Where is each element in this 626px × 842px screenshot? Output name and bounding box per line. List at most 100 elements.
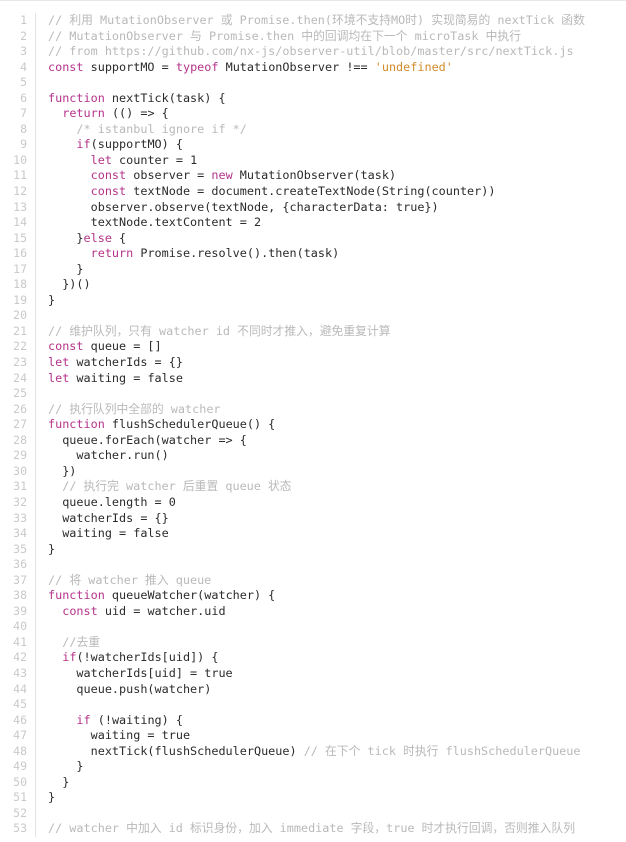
code-token-com-cjk: 字段， <box>350 821 387 836</box>
code-line[interactable]: ​ <box>48 75 626 91</box>
code-line[interactable]: // 将 watcher 推入 queue <box>48 573 626 589</box>
code-token-pln: watcherIds = {} <box>48 510 169 525</box>
code-line[interactable]: // 执行队列中全部的 watcher <box>48 402 626 418</box>
code-line[interactable]: const observer = new MutationObserver(ta… <box>48 168 626 184</box>
code-token-pln: textNode = document.createTextNode(Strin… <box>126 184 496 199</box>
code-line[interactable]: let counter = 1 <box>48 153 626 169</box>
code-token-com-cjk: 利用 <box>69 13 93 27</box>
line-number: 29 <box>13 448 27 463</box>
code-line[interactable]: } <box>48 542 626 558</box>
line-number: 44 <box>13 681 27 696</box>
line-number: 46 <box>13 712 27 727</box>
code-line[interactable]: waiting = false <box>48 526 626 542</box>
code-line[interactable]: queue.length = 0 <box>48 495 626 511</box>
code-line[interactable]: } <box>48 790 626 806</box>
code-line[interactable]: const queue = [] <box>48 339 626 355</box>
code-token-com-cjk: 环境不支持 <box>332 13 392 27</box>
code-line[interactable]: })() <box>48 277 626 293</box>
code-line[interactable]: watcher.run() <box>48 448 626 464</box>
code-line[interactable]: queue.push(watcher) <box>48 682 626 698</box>
code-line[interactable]: let waiting = false <box>48 371 626 387</box>
code-token-pln: queueWatcher(watcher) { <box>104 588 276 603</box>
code-token-com: queue <box>168 572 212 587</box>
code-line[interactable]: textNode.textContent = 2 <box>48 215 626 231</box>
code-token-pln: watcherIds[uid] = true <box>48 665 233 680</box>
code-line[interactable]: // watcher 中加入 id 标识身份，加入 immediate 字段，t… <box>48 821 626 837</box>
line-number: 23 <box>13 355 27 370</box>
line-number: 5 <box>20 75 27 90</box>
code-token-kw: return <box>62 106 105 121</box>
code-content[interactable]: // 利用 MutationObserver 或 Promise.then(环境… <box>36 13 626 837</box>
code-line[interactable]: function flushSchedulerQueue() { <box>48 417 626 433</box>
line-number: 19 <box>13 292 27 307</box>
code-line[interactable]: } <box>48 293 626 309</box>
code-token-com-cjk: 时执行 <box>403 743 439 758</box>
code-token-com: tick <box>360 743 404 758</box>
line-number: 35 <box>13 541 27 556</box>
code-line[interactable]: watcherIds = {} <box>48 511 626 527</box>
code-line[interactable]: }) <box>48 464 626 480</box>
code-line[interactable]: return (() => { <box>48 106 626 122</box>
code-token-com: flushSchedulerQueue <box>438 743 581 758</box>
code-line[interactable]: ​ <box>48 806 626 822</box>
code-line[interactable]: // 维护队列，只有 watcher id 不同时才推入，避免重复计算 <box>48 324 626 340</box>
code-line[interactable]: // from https://github.com/nx-js/observe… <box>48 44 626 60</box>
code-token-pln <box>48 246 91 260</box>
code-token-com: id <box>161 821 190 836</box>
code-line[interactable]: //去重 <box>48 635 626 651</box>
code-line[interactable]: let watcherIds = {} <box>48 355 626 371</box>
code-line[interactable]: // MutationObserver 与 Promise.then 中的回调均… <box>48 29 626 45</box>
code-line[interactable]: nextTick(flushSchedulerQueue) // 在下个 tic… <box>48 744 626 760</box>
code-line[interactable]: function queueWatcher(watcher) { <box>48 588 626 604</box>
code-token-pln: textNode.textContent = 2 <box>48 215 262 230</box>
code-line[interactable]: const textNode = document.createTextNode… <box>48 184 626 200</box>
code-line[interactable]: /* istanbul ignore if */ <box>48 122 626 138</box>
code-token-kw: return <box>90 246 134 261</box>
line-number: 16 <box>13 246 27 261</box>
code-token-com: immediate <box>272 821 351 836</box>
line-number: 21 <box>13 323 27 338</box>
line-number: 39 <box>13 603 27 618</box>
code-token-com: watcher id <box>151 323 238 338</box>
code-line[interactable]: ​ <box>48 557 626 573</box>
code-token-com-cjk: 维护队列，只有 <box>69 323 152 338</box>
code-line[interactable]: ​ <box>48 619 626 635</box>
line-number: 40 <box>13 619 27 634</box>
code-line[interactable]: }else { <box>48 231 626 247</box>
line-number: 42 <box>13 650 27 665</box>
code-token-pln: queue.forEach(watcher => { <box>48 432 247 447</box>
code-line[interactable]: const uid = watcher.uid <box>48 604 626 620</box>
code-line[interactable]: ​ <box>48 697 626 713</box>
code-line[interactable]: // 利用 MutationObserver 或 Promise.then(环境… <box>48 13 626 29</box>
line-number: 36 <box>13 557 27 572</box>
code-line[interactable]: waiting = true <box>48 728 626 744</box>
code-line[interactable]: return Promise.resolve().then(task) <box>48 246 626 262</box>
code-token-com: microTask <box>407 28 486 43</box>
code-line[interactable]: } <box>48 775 626 791</box>
line-number: 50 <box>13 774 27 789</box>
line-number: 24 <box>13 370 27 385</box>
line-number: 2 <box>20 28 27 43</box>
code-token-pln: { <box>111 230 127 245</box>
code-token-com: watcher <box>163 401 221 416</box>
code-line[interactable]: watcherIds[uid] = true <box>48 666 626 682</box>
code-line[interactable]: if(!watcherIds[uid]) { <box>48 650 626 666</box>
code-line[interactable]: observer.observe(textNode, {characterDat… <box>48 200 626 216</box>
code-line[interactable]: } <box>48 759 626 775</box>
code-line[interactable]: queue.forEach(watcher => { <box>48 433 626 449</box>
line-number: 37 <box>13 572 27 587</box>
code-line[interactable]: } <box>48 262 626 278</box>
code-line[interactable]: const supportMO = typeof MutationObserve… <box>48 60 626 76</box>
code-line[interactable]: if(supportMO) { <box>48 137 626 153</box>
code-token-com: queue <box>218 479 268 494</box>
code-line[interactable]: // 执行完 watcher 后重置 queue 状态 <box>48 479 626 495</box>
code-token-pln: counter = 1 <box>111 152 198 167</box>
code-line[interactable]: ​ <box>48 386 626 402</box>
code-token-com-cjk: 执行完 <box>83 479 119 494</box>
code-token-com-cjk: 将 <box>69 572 82 587</box>
code-line[interactable]: function nextTick(task) { <box>48 91 626 107</box>
code-line[interactable]: ​ <box>48 308 626 324</box>
code-line[interactable]: if (!waiting) { <box>48 713 626 729</box>
code-token-pln: nextTick(task) { <box>104 90 226 105</box>
line-number: 45 <box>13 697 27 712</box>
